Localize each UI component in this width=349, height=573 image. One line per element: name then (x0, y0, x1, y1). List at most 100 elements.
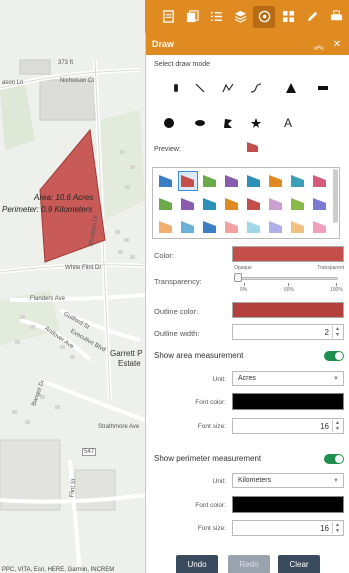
tick-label: 50% (284, 287, 295, 293)
perimeter-font-size-input[interactable]: 16 ▲ ▼ (232, 520, 344, 536)
fill-symbol-swatch[interactable] (289, 218, 307, 236)
layer-list-icon (162, 10, 174, 23)
list-button[interactable] (205, 6, 227, 28)
fill-symbol-swatch[interactable] (245, 218, 263, 236)
draw-panel: Draw ︽ ✕ Select draw mode A Preview: Col… (145, 33, 349, 573)
fill-symbol-swatch[interactable] (311, 172, 329, 190)
slider-thumb[interactable] (234, 273, 242, 282)
print-button[interactable] (325, 6, 347, 28)
tick-label: 100% (330, 287, 343, 293)
fill-symbol-swatch[interactable] (289, 195, 307, 213)
text-tool[interactable]: A (278, 113, 298, 133)
fill-symbol-swatch[interactable] (223, 172, 241, 190)
polygon-tool[interactable] (218, 113, 238, 133)
area-measure-label: Area: 10.6 Acres (34, 193, 94, 202)
outline-width-value: 2 (324, 327, 329, 337)
tick-label: 0% (240, 287, 248, 293)
area-unit-value: Acres (238, 375, 256, 382)
basemap-button[interactable] (181, 6, 203, 28)
street-label: White Flint Dr (65, 265, 102, 271)
area-font-color-picker[interactable] (232, 393, 344, 410)
chevron-down-icon: ▼ (333, 478, 339, 484)
apps-button[interactable] (277, 6, 299, 28)
ellipse-tool[interactable] (190, 113, 210, 133)
toggle-knob (335, 352, 343, 360)
perimeter-unit-select[interactable]: Kilometers ▼ (232, 473, 344, 488)
select-mode-label: Select draw mode (154, 61, 211, 68)
fill-symbol-swatch[interactable] (179, 218, 197, 236)
list-icon (210, 12, 222, 21)
perimeter-unit-label: Unit: (212, 478, 226, 485)
outline-width-input[interactable]: 2 ▲ ▼ (232, 324, 344, 340)
triangle-icon (286, 83, 296, 93)
fill-symbol-swatch[interactable] (157, 172, 175, 190)
rectangle-tool[interactable] (313, 78, 333, 98)
layer-list-button[interactable] (157, 6, 179, 28)
freehand-polygon-tool[interactable] (246, 113, 266, 133)
fill-symbol-swatch[interactable] (245, 172, 263, 190)
chevron-down-icon: ▼ (333, 376, 339, 382)
fill-symbol-swatch[interactable] (267, 218, 285, 236)
area-unit-select[interactable]: Acres ▼ (232, 371, 344, 386)
point-tool[interactable] (166, 78, 186, 98)
fill-color-picker[interactable] (232, 246, 344, 262)
fill-symbol-swatch[interactable] (267, 195, 285, 213)
slider-track[interactable] (238, 277, 338, 280)
layers-button[interactable] (229, 6, 251, 28)
fill-symbol-swatch[interactable] (157, 195, 175, 213)
fill-symbol-swatch[interactable] (223, 195, 241, 213)
redo-button[interactable]: Redo (228, 555, 270, 573)
fill-symbol-swatch[interactable] (311, 218, 329, 236)
fill-symbol-swatch[interactable] (157, 218, 175, 236)
area-font-size-input[interactable]: 16 ▲ ▼ (232, 418, 344, 434)
undo-button[interactable]: Undo (176, 555, 218, 573)
panel-header: Draw ︽ ✕ (146, 33, 349, 55)
fill-symbol-swatch[interactable] (178, 171, 198, 191)
perimeter-font-size-value: 16 (320, 523, 329, 533)
outline-width-spinner[interactable]: ▲ ▼ (332, 326, 342, 338)
street-label: Strathmore Ave (98, 424, 140, 430)
polyline-tool[interactable] (218, 78, 238, 98)
area-font-size-spinner[interactable]: ▲ ▼ (332, 420, 342, 432)
street-label: Flanders Ave (30, 296, 65, 302)
fill-symbol-swatch[interactable] (267, 172, 285, 190)
clear-button[interactable]: Clear (278, 555, 320, 573)
place-label: Garrett P Estate (110, 349, 143, 368)
rectangle-icon (318, 86, 328, 90)
circle-tool[interactable] (159, 113, 179, 133)
circle-icon (164, 118, 174, 128)
perimeter-measure-label: Perimeter: 0.9 Kilometers (2, 205, 93, 214)
perimeter-font-size-label: Font size: (197, 525, 226, 532)
triangle-tool[interactable] (281, 78, 301, 98)
close-icon[interactable]: ✕ (331, 38, 343, 50)
opaque-label: Opaque (234, 265, 252, 271)
fill-symbol-swatch[interactable] (245, 195, 263, 213)
perimeter-font-color-picker[interactable] (232, 496, 344, 513)
fill-symbol-swatch[interactable] (289, 172, 307, 190)
widget-toolbar (145, 0, 349, 33)
fill-symbol-swatch[interactable] (201, 195, 219, 213)
symbol-gallery[interactable] (152, 167, 340, 239)
freehand-line-tool[interactable] (246, 78, 266, 98)
outline-width-label: Outline width: (154, 329, 200, 338)
fill-symbol-swatch[interactable] (223, 218, 241, 236)
show-area-toggle[interactable] (324, 351, 344, 361)
slider-tick (336, 283, 337, 286)
star-icon (251, 118, 261, 128)
gallery-scrollbar[interactable] (333, 169, 338, 223)
perimeter-font-size-spinner[interactable]: ▲ ▼ (332, 522, 342, 534)
show-perimeter-toggle[interactable] (324, 454, 344, 464)
line-tool[interactable] (190, 78, 210, 98)
transparency-slider[interactable]: Opaque Transparent 0% 50% 100% (232, 265, 344, 295)
outline-color-picker[interactable] (232, 302, 344, 318)
fill-symbol-swatch[interactable] (311, 195, 329, 213)
draw-button[interactable] (253, 5, 275, 28)
fill-symbol-swatch[interactable] (201, 172, 219, 190)
outline-color-label: Outline color: (154, 307, 199, 316)
edit-button[interactable] (301, 6, 323, 28)
collapse-icon[interactable]: ︽ (313, 38, 325, 52)
slider-tick (244, 283, 245, 286)
fill-symbol-swatch[interactable] (201, 218, 219, 236)
preview-label: Preview: (154, 146, 181, 153)
fill-symbol-swatch[interactable] (179, 195, 197, 213)
